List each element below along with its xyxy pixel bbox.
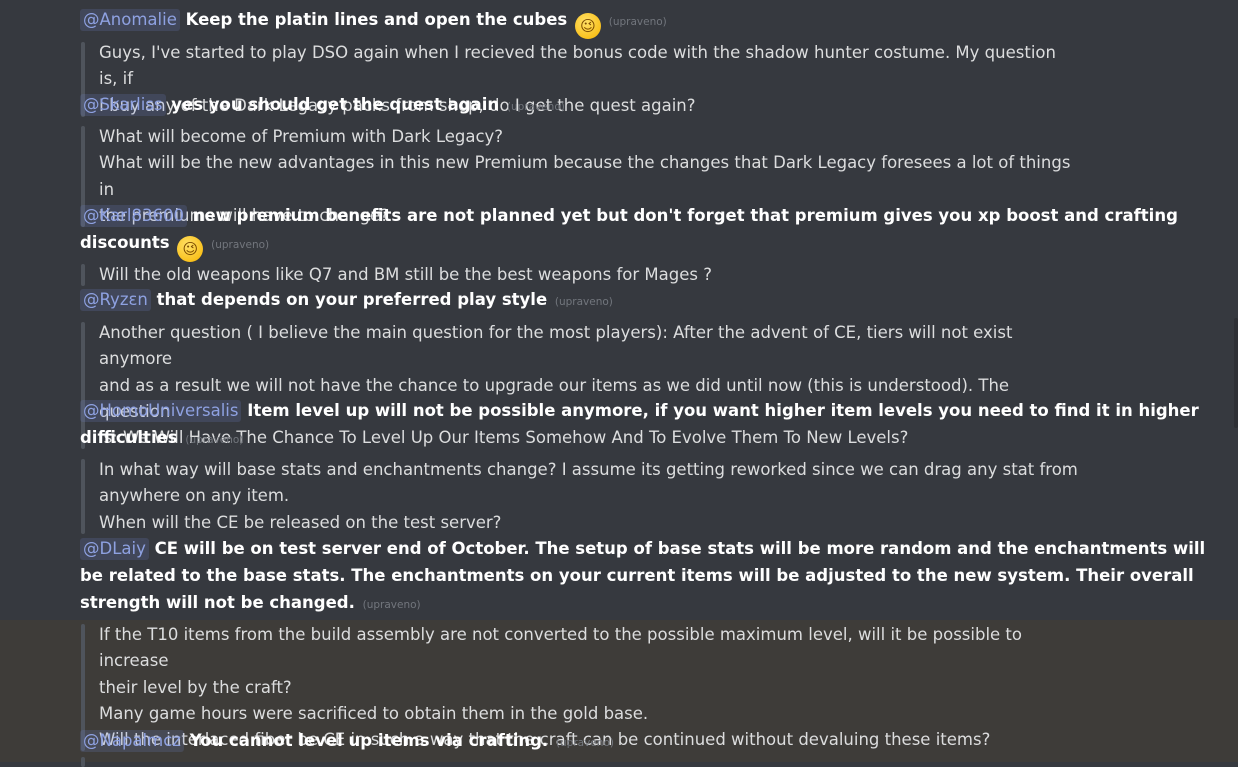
edited-label: (upraveno) (185, 434, 244, 446)
reply-text: Keep the platin lines and open the cubes (185, 10, 568, 29)
user-mention[interactable]: @HomoUniversalis (80, 400, 242, 422)
wink-emoji-icon: 😉 (574, 13, 601, 39)
quote-line: Guys, I've started to play DSO again whe… (99, 43, 1056, 89)
user-mention[interactable]: @Anomalie (80, 9, 180, 31)
user-mention[interactable]: @Ryzɛn (80, 289, 151, 311)
edited-label: (upraveno) (555, 737, 614, 749)
scrollbar-thumb[interactable] (1234, 318, 1238, 428)
quote-line: What will be the new advantages in this … (99, 153, 1071, 199)
user-mention[interactable]: @Skarliss (80, 94, 166, 116)
reply-message: @DLaiy CE will be on test server end of … (80, 535, 1220, 619)
wink-emoji-icon: 😉 (177, 236, 204, 262)
edited-label: (upraveno) (608, 16, 667, 28)
reply-message: @HomoUniversalis Item level up will not … (80, 397, 1220, 454)
edited-label: (upraveno) (506, 101, 565, 113)
reply-message: @Karl83600 new premium benefits are not … (80, 202, 1220, 262)
quote-line: When will the CE be released on the test… (99, 512, 502, 532)
user-mention[interactable]: @DLaiy (80, 538, 149, 560)
quote-line: anywhere on any item. (99, 486, 290, 506)
reply-text: Item level up will not be possible anymo… (80, 401, 1199, 447)
quoted-question: Will the old weapons like Q7 and BM stil… (80, 262, 1079, 288)
reply-message: @Napalmcz You cannot level up items via … (80, 727, 1220, 757)
blockquote-bar (81, 757, 85, 767)
reply-text: You cannot level up items via crafting. (189, 731, 549, 750)
reply-message: @Skarliss yes you should get the quest a… (80, 91, 1220, 121)
reply-message: @Ryzɛn that depends on your preferred pl… (80, 286, 1220, 316)
quote-line: Many game hours were sacrificed to obtai… (99, 703, 649, 723)
edited-label: (upraveno) (362, 599, 421, 611)
reply-message: @Anomalie Keep the platin lines and open… (80, 6, 1220, 39)
reply-text: CE will be on test server end of October… (80, 539, 1206, 612)
quoted-question: In what way will base stats and enchantm… (80, 457, 1079, 536)
quote-line: What will become of Premium with Dark Le… (99, 127, 504, 146)
edited-label: (upraveno) (211, 239, 270, 251)
user-mention[interactable]: @Napalmcz (80, 730, 184, 752)
quote-line: Will the old weapons like Q7 and BM stil… (99, 265, 712, 284)
quote-line: their level by the craft? (99, 677, 292, 697)
reply-text: yes you should get the quest again (171, 95, 500, 114)
quote-line: Another question ( I believe the main qu… (99, 323, 1013, 369)
reply-text: that depends on your preferred play styl… (156, 290, 548, 309)
user-mention[interactable]: @Karl83600 (80, 205, 187, 227)
quote-line: If the T10 items from the build assembly… (99, 625, 1022, 671)
quote-line: In what way will base stats and enchantm… (99, 460, 1078, 479)
edited-label: (upraveno) (554, 296, 613, 308)
